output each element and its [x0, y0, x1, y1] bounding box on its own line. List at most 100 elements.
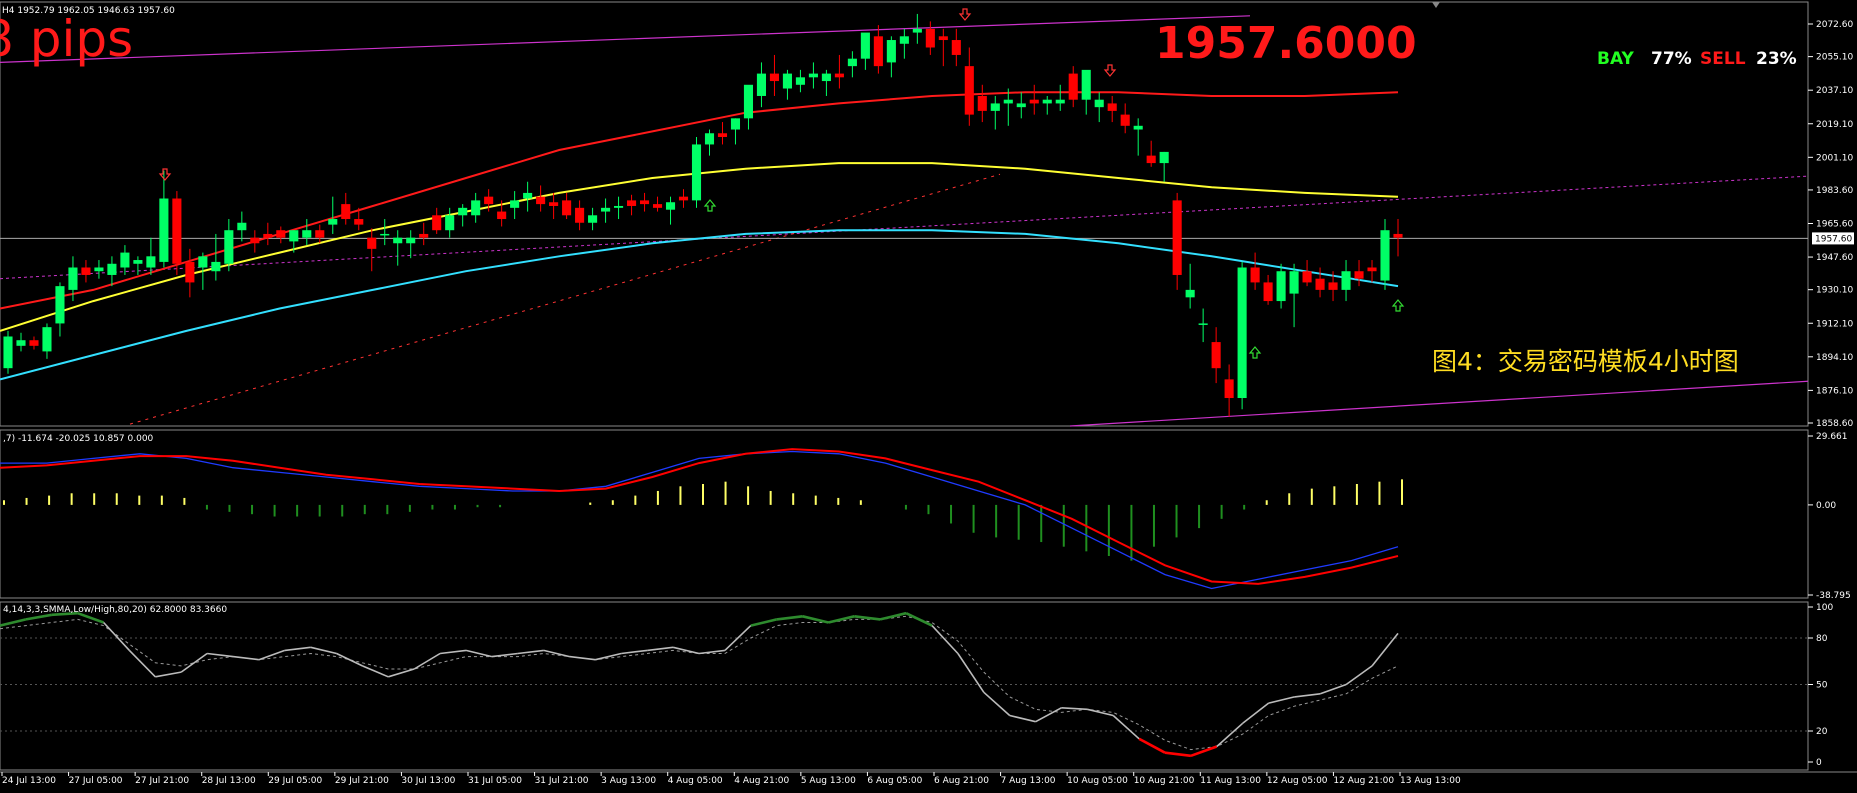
candle-body [1198, 323, 1208, 325]
bay-label: BAY [1597, 49, 1634, 69]
time-tick-label: 28 Jul 13:00 [202, 776, 256, 786]
stoch-tick-label: 50 [1816, 681, 1828, 691]
stoch-indicator-label: 4,14,3,3,SMMA,Low/High,80,20) 62.8000 83… [3, 605, 227, 615]
candle-body [1133, 125, 1143, 130]
stoch-tick-label: 20 [1816, 727, 1828, 737]
candle-body [1289, 271, 1299, 294]
sell-label: SELL [1700, 49, 1746, 69]
candle-body [925, 28, 935, 48]
bay-percent: 77% [1651, 49, 1692, 69]
candle-body [912, 28, 922, 33]
candle-body [29, 340, 39, 346]
macd-tick-label: -38.795 [1816, 591, 1851, 601]
stoch-tick-label: 80 [1816, 634, 1828, 644]
candle-body [1107, 103, 1117, 111]
candle-body [172, 198, 182, 264]
big-price: 1957.6000 [1155, 18, 1417, 69]
candle-body [471, 200, 481, 216]
candle-body [951, 40, 961, 55]
candle-body [1367, 267, 1377, 272]
time-tick-label: 24 Jul 13:00 [2, 776, 56, 786]
candle-body [536, 196, 546, 205]
price-tick-label: 1983.60 [1816, 186, 1853, 196]
candle-body [1055, 99, 1065, 104]
candle-body [406, 237, 416, 244]
candle-body [224, 230, 234, 264]
candle-body [302, 230, 312, 238]
candle-body [652, 204, 663, 208]
candle-body [367, 237, 377, 249]
time-tick-label: 29 Jul 21:00 [335, 776, 389, 786]
candle-body [1042, 99, 1052, 104]
time-tick-label: 30 Jul 13:00 [401, 776, 455, 786]
candle-body [549, 202, 559, 206]
price-tick-label: 1876.10 [1816, 386, 1853, 396]
candle-body [808, 73, 818, 78]
macd-tick-label: 0.00 [1816, 501, 1836, 511]
time-tick-label: 4 Aug 21:00 [734, 776, 789, 786]
candle-body [484, 196, 494, 205]
candle-body [1068, 73, 1078, 100]
candle-body [1276, 271, 1286, 302]
candle-body [873, 36, 883, 67]
candle-body [1328, 282, 1338, 290]
time-tick-label: 3 Aug 13:00 [601, 776, 656, 786]
price-tick-label: 2001.10 [1816, 153, 1853, 163]
candle-body [639, 200, 650, 205]
candle-body [1315, 278, 1325, 290]
candle-body [16, 340, 26, 346]
candle-body [614, 205, 624, 208]
candle-body [601, 207, 611, 212]
candle-body [678, 196, 689, 201]
candle-body [55, 286, 65, 324]
candle-body [263, 233, 273, 238]
candle-body [1094, 99, 1104, 108]
candle-body [159, 198, 169, 262]
time-tick-label: 27 Jul 21:00 [135, 776, 189, 786]
candle-body [198, 256, 208, 268]
pips-text: 8 pips [0, 10, 133, 68]
candle-body [964, 66, 974, 115]
time-tick-label: 6 Aug 21:00 [934, 776, 989, 786]
candle-body [1224, 379, 1234, 399]
candle-body [990, 103, 1000, 111]
candle-body [1016, 103, 1026, 108]
price-tick-label: 1930.10 [1816, 286, 1853, 296]
candle-body [1354, 271, 1364, 279]
price-tick-label: 2072.60 [1816, 20, 1853, 30]
chart-canvas: 2072.60 2055.10 2037.10 2019.10 2001.10 1983.… [0, 0, 1857, 793]
time-tick-label: 5 Aug 13:00 [801, 776, 856, 786]
candle-body [1250, 267, 1260, 283]
candle-body [1120, 114, 1130, 126]
chart-annotation: 图4：交易密码模板4小时图 [1432, 347, 1739, 376]
candle-body [899, 36, 909, 44]
candle-body [627, 200, 637, 206]
candle-body [289, 230, 299, 242]
candle-body [1029, 99, 1039, 104]
candle-body [1393, 233, 1403, 238]
price-tick-label: 1947.60 [1816, 253, 1853, 263]
stoch-tick-label: 0 [1816, 758, 1822, 768]
candle-body [821, 73, 831, 82]
price-tick-label: 2037.10 [1816, 86, 1853, 96]
candle-body [717, 133, 728, 137]
candle-body [938, 36, 948, 41]
candle-body [432, 215, 442, 231]
candle-body [250, 237, 260, 244]
candle-body [1081, 69, 1091, 100]
candle-body [341, 204, 351, 220]
macd-tick-label: 29.661 [1816, 432, 1848, 442]
current-price-label: 1957.60 [1815, 234, 1852, 244]
candle-body [120, 252, 130, 268]
time-tick-label: 31 Jul 21:00 [535, 776, 589, 786]
time-tick-label: 7 Aug 13:00 [1001, 776, 1056, 786]
candle-body [1263, 282, 1273, 302]
candle-body [575, 207, 585, 223]
price-tick-label: 1858.60 [1816, 419, 1853, 429]
time-tick-label: 10 Aug 21:00 [1134, 776, 1195, 786]
macd-indicator-label: ,7) -11.674 -20.025 10.857 0.000 [3, 434, 154, 444]
candle-body [380, 233, 390, 236]
price-tick-label: 1965.60 [1816, 220, 1853, 230]
candle-body [704, 133, 715, 145]
candle-body [834, 73, 844, 78]
